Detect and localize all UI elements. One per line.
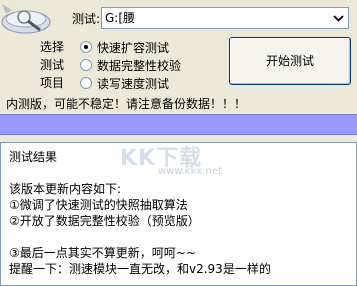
results-line xyxy=(9,229,356,245)
app-logo-icon xyxy=(0,0,52,42)
drive-select[interactable]: G:[腰 xyxy=(101,7,349,29)
chevron-down-icon[interactable] xyxy=(330,9,347,27)
results-line: 提醒一下：测速模块一直无改，和v2.93是一样的 xyxy=(9,262,271,276)
results-textarea[interactable]: 测试结果 该版本更新内容如下: ①微调了快速测试的快照抽取算法 ②开放了数据完整… xyxy=(0,142,357,286)
radio-quick-test[interactable]: 快速扩容测试 xyxy=(80,38,169,56)
start-test-button[interactable]: 开始测试 xyxy=(229,37,351,85)
radio-label: 读写速度测试 xyxy=(97,76,170,91)
radio-speed-test[interactable]: 读写速度测试 xyxy=(80,74,169,92)
radio-button[interactable] xyxy=(80,59,92,71)
radio-button[interactable] xyxy=(80,77,92,89)
progress-bar xyxy=(0,114,357,135)
radio-label: 快速扩容测试 xyxy=(97,40,170,55)
results-line: ③最后一点其实不算更新，呵呵~~ xyxy=(9,246,196,260)
drive-select-value: G:[腰 xyxy=(105,11,136,25)
options-title: 选择 测试 项目 xyxy=(40,38,68,92)
options-title-line: 测试 xyxy=(40,58,65,72)
watermark-url: www.kkx.net xyxy=(158,166,222,177)
options-title-line: 选择 xyxy=(40,40,65,54)
radio-integrity-check[interactable]: 数据完整性校验 xyxy=(80,56,181,74)
radio-label: 数据完整性校验 xyxy=(97,58,182,73)
drive-label: 测试: xyxy=(71,12,100,26)
radio-button[interactable] xyxy=(80,41,92,53)
results-line: ①微调了快速测试的快照抽取算法 xyxy=(9,198,188,212)
results-line: ②开放了数据完整性校验（预览版） xyxy=(9,214,200,228)
warning-text: 内测版，可能不稳定！请注意备份数据！！！ xyxy=(6,97,247,111)
options-title-line: 项目 xyxy=(40,76,65,90)
results-line: 该版本更新内容如下: xyxy=(9,182,122,196)
results-title: 测试结果 xyxy=(9,150,58,164)
